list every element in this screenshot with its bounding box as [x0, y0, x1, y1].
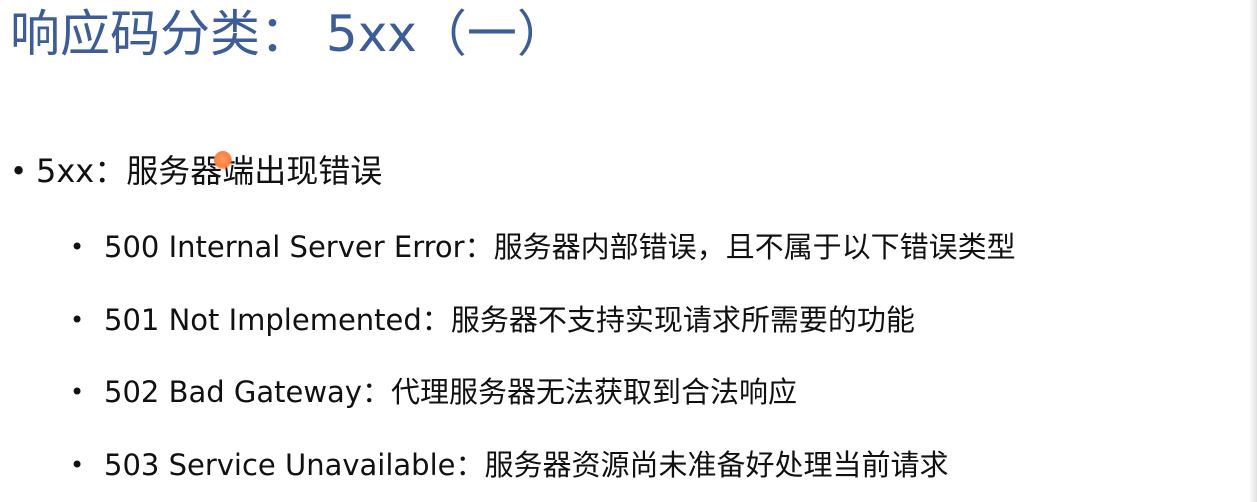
main-bullet-text: 5xx：服务器端出现错误 [36, 152, 383, 190]
slide: 响应码分类： 5xx（一） • 5xx：服务器端出现错误 • 500 Inter… [0, 0, 1257, 502]
status-description-503: 服务器资源尚未准备好处理当前请求 [484, 448, 949, 482]
status-description-500: 服务器内部错误，且不属于以下错误类型 [493, 230, 1016, 264]
status-description-501: 服务器不支持实现请求所需要的功能 [450, 303, 915, 337]
slide-edge-shadow [1249, 0, 1257, 502]
bullet-dot-icon: • [70, 233, 85, 261]
sub-bullet-item-500: • 500 Internal Server Error ： 服务器内部错误，且不… [70, 224, 1016, 270]
separator: ： [455, 448, 485, 482]
status-code-503: 503 Service Unavailable [104, 448, 456, 482]
bullet-dot-icon: • [10, 154, 28, 188]
separator: ： [361, 375, 391, 409]
status-description-502: 代理服务器无法获取到合法响应 [391, 375, 798, 409]
status-code-501: 501 Not Implemented [104, 303, 422, 337]
sub-bullet-item-501: • 501 Not Implemented ： 服务器不支持实现请求所需要的功能 [70, 297, 915, 343]
main-bullet-item: • 5xx：服务器端出现错误 [10, 146, 382, 196]
cursor-indicator-icon [214, 151, 232, 169]
bullet-dot-icon: • [70, 451, 85, 479]
bullet-dot-icon: • [70, 378, 85, 406]
bullet-list: • 5xx：服务器端出现错误 • 500 Internal Server Err… [0, 0, 1257, 502]
sub-bullet-item-502: • 502 Bad Gateway ： 代理服务器无法获取到合法响应 [70, 369, 797, 415]
separator: ： [464, 230, 494, 264]
bullet-dot-icon: • [70, 306, 85, 334]
status-code-500: 500 Internal Server Error [104, 230, 465, 264]
separator: ： [421, 303, 451, 337]
sub-bullet-item-503: • 503 Service Unavailable ： 服务器资源尚未准备好处理… [70, 442, 949, 488]
status-code-502: 502 Bad Gateway [104, 375, 362, 409]
